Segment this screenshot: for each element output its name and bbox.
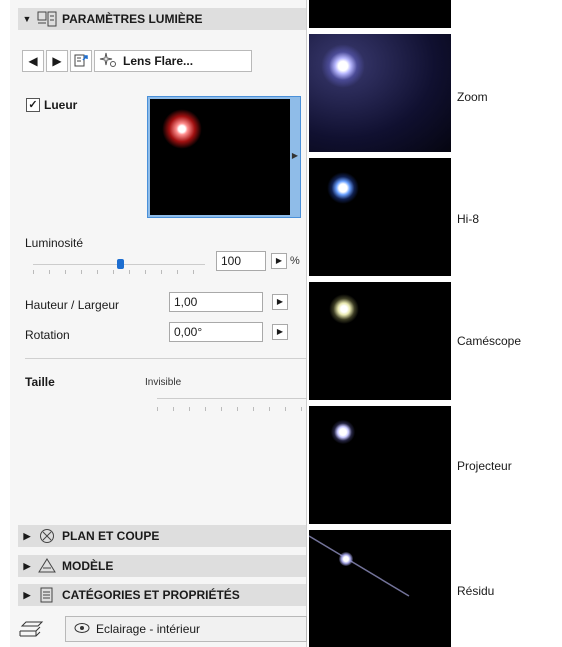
lens-flare-preview[interactable]: ▶ [147, 96, 301, 218]
next-button[interactable]: ▶ [46, 50, 68, 72]
document-list-icon [36, 587, 58, 603]
taille-label: Taille [25, 375, 55, 389]
expand-triangle-icon: ▶ [23, 530, 31, 541]
section-header-modele[interactable]: ▶ MODÈLE [18, 555, 306, 577]
taille-hint: Invisible [145, 377, 182, 388]
section-title: PARAMÈTRES LUMIÈRE [62, 12, 203, 26]
light-settings-icon [36, 11, 58, 27]
layer-selector[interactable]: Eclairage - intérieur [65, 616, 307, 642]
luminosite-slider[interactable] [33, 258, 205, 274]
sparkle-icon [99, 52, 117, 71]
preset-label-camescope: Caméscope [457, 334, 522, 348]
triangle-left-icon: ◀ [28, 54, 38, 68]
preset-thumbnail-top [309, 0, 451, 28]
preset-label-projecteur: Projecteur [457, 459, 512, 473]
lens-flare-button[interactable]: Lens Flare... [94, 50, 252, 72]
checkbox-box: ✓ [26, 98, 40, 112]
luminosite-unit: % [290, 255, 300, 267]
section-header-plan-coupe[interactable]: ▶ PLAN ET COUPE [18, 525, 306, 547]
export-button[interactable] [70, 50, 92, 72]
triangle-right-icon: ▶ [275, 256, 283, 265]
preset-thumbnail-hi8[interactable] [309, 158, 451, 276]
settings-panel: ▼ PARAMÈTRES LUMIÈRE ◀ ▶ Lens Flare... ✓… [10, 0, 307, 647]
preview-image [150, 99, 290, 215]
section-title: MODÈLE [62, 559, 114, 573]
rotation-stepper[interactable]: ▶ [272, 324, 288, 340]
preset-thumbnail-zoom[interactable] [309, 34, 451, 152]
lueur-checkbox[interactable]: ✓ Lueur [26, 98, 77, 112]
divider [25, 358, 307, 359]
collapse-triangle-icon: ▼ [22, 14, 32, 24]
triangle-right-icon: ▶ [276, 297, 284, 306]
luminosite-input[interactable]: 100 [216, 251, 266, 271]
preset-thumbnail-residu[interactable] [309, 530, 451, 647]
section-title: PLAN ET COUPE [62, 529, 160, 543]
preset-label-hi8: Hi-8 [457, 212, 480, 226]
rotation-label: Rotation [25, 328, 70, 342]
rotation-input[interactable]: 0,00° [169, 322, 263, 342]
preset-thumbnail-camescope[interactable] [309, 282, 451, 400]
triangle-right-icon: ▶ [52, 54, 62, 68]
luminosite-label: Luminosité [25, 236, 84, 250]
expand-triangle-icon: ▶ [23, 589, 31, 600]
layers-icon[interactable] [18, 620, 46, 643]
expand-triangle-icon: ▶ [23, 560, 31, 571]
circle-x-icon [36, 528, 58, 544]
document-arrow-icon [74, 53, 88, 70]
lueur-label: Lueur [44, 98, 78, 112]
triangle-model-icon [36, 558, 58, 574]
footer-bar: Eclairage - intérieur [10, 614, 307, 647]
preset-label-zoom: Zoom [457, 90, 488, 104]
prev-button[interactable]: ◀ [22, 50, 44, 72]
hauteur-input[interactable]: 1,00 [169, 292, 263, 312]
lens-flare-label: Lens Flare... [123, 54, 194, 68]
preset-thumbnail-projecteur[interactable] [309, 406, 451, 524]
section-title: CATÉGORIES ET PROPRIÉTÉS [62, 588, 240, 602]
layer-label: Eclairage - intérieur [96, 622, 201, 636]
taille-slider[interactable] [157, 398, 307, 413]
preset-label-residu: Résidu [457, 584, 495, 598]
nav-toolbar: ◀ ▶ Lens Flare... [22, 50, 252, 74]
section-header-parametres-lumiere[interactable]: ▼ PARAMÈTRES LUMIÈRE [18, 8, 306, 30]
triangle-right-icon: ▶ [276, 327, 284, 336]
section-header-categories[interactable]: ▶ CATÉGORIES ET PROPRIÉTÉS [18, 584, 306, 606]
slider-ticks [33, 270, 205, 274]
slider-thumb[interactable] [117, 259, 124, 269]
eye-icon [74, 622, 90, 637]
expand-arrow-icon: ▶ [291, 151, 298, 160]
hauteur-label: Hauteur / Largeur [25, 298, 120, 312]
luminosite-stepper[interactable]: ▶ [271, 253, 287, 269]
hauteur-stepper[interactable]: ▶ [272, 294, 288, 310]
